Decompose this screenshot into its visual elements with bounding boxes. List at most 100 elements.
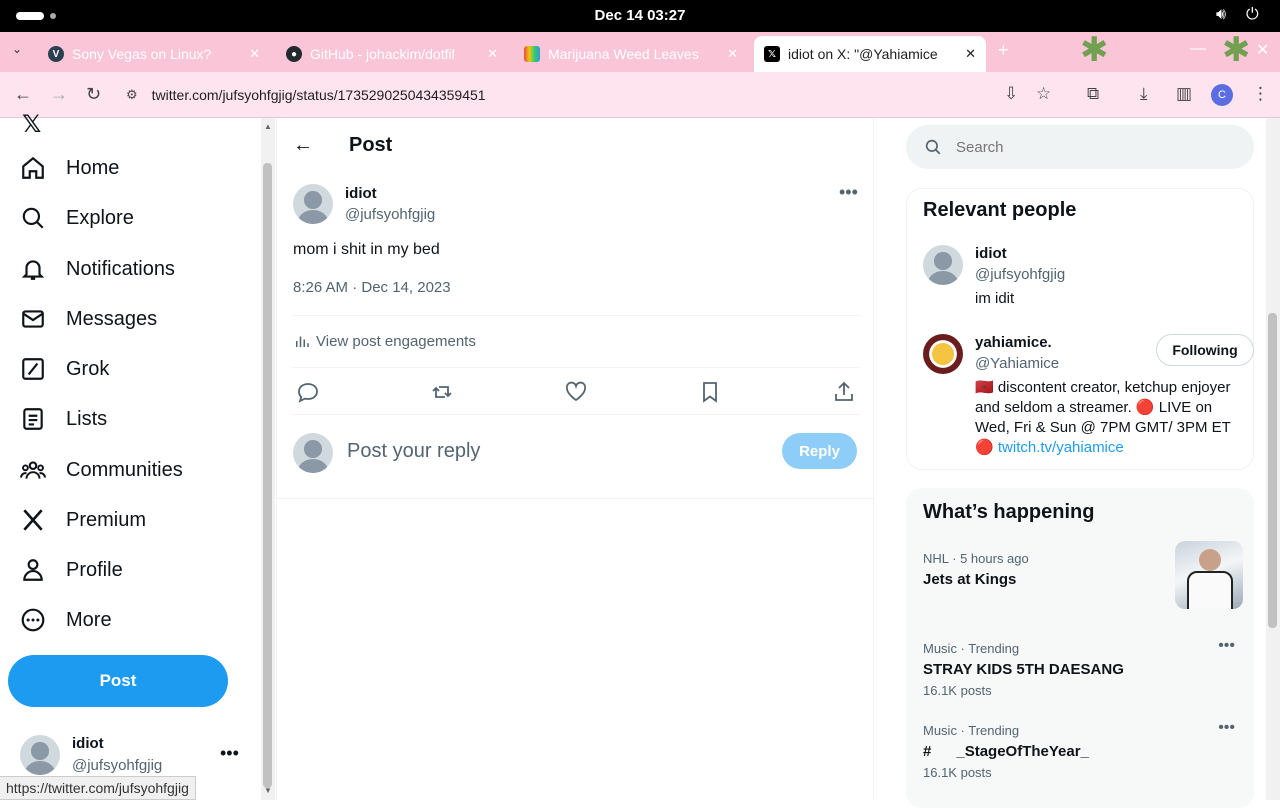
side-panel-icon[interactable]: ▥ [1176,84,1192,104]
power-icon[interactable]: ⏻ [1246,6,1259,24]
person-name[interactable]: idiot [975,245,1007,262]
avatar[interactable] [923,245,963,285]
close-tab-icon[interactable]: ✕ [727,46,738,62]
sidebar-item-label: More [66,608,112,631]
site-info-icon[interactable]: ⚙︎ [126,87,138,103]
more-dots-icon[interactable]: ••• [1218,719,1235,737]
tab-github[interactable]: ● GitHub - johackim/dotfil ✕ [276,36,508,72]
tab-title: Sony Vegas on Linux? [72,46,212,62]
bookmark-icon[interactable] [698,380,722,404]
compose-post-button[interactable]: Post [8,655,228,707]
sidebar-item-profile[interactable]: Profile [20,550,123,590]
sidebar-item-explore[interactable]: Explore [20,198,134,238]
avatar[interactable] [923,334,963,374]
person-handle[interactable]: @Yahiamice [975,355,1059,372]
heart-icon[interactable] [564,380,588,404]
search-icon [925,139,941,155]
close-tab-icon[interactable]: ✕ [965,46,976,62]
bell-icon [21,260,45,280]
sidebar-item-premium[interactable]: Premium [20,500,146,540]
new-tab-icon[interactable]: + [998,40,1009,61]
link-hover-status: https://twitter.com/jufsyohfgjig [0,776,196,800]
person-row[interactable]: yahiamice. @Yahiamice Following 🇲🇦 disco… [923,334,1254,464]
person-name[interactable]: yahiamice. [975,334,1052,351]
sidebar-item-lists[interactable]: Lists [20,399,107,439]
sidebar-item-communities[interactable]: Communities [20,450,183,490]
scrollbar-thumb[interactable] [1268,313,1277,628]
left-scrollbar[interactable]: ▲ ▼ [261,118,275,800]
search-input[interactable] [956,138,1236,156]
right-sidebar: Relevant people idiot @jufsyohfgjig im i… [874,118,1266,808]
close-tab-icon[interactable]: ✕ [249,46,260,62]
engagements-label: View post engagements [316,332,476,350]
tab-idiot-on-x[interactable]: 𝕏 idiot on X: "@Yahiamice ✕ [754,36,986,72]
post-header: ← Post [277,118,875,172]
sidebar-item-label: Home [66,156,120,179]
volume-icon[interactable]: 🔊︎ [1216,6,1226,24]
search-box[interactable] [906,125,1254,169]
following-button[interactable]: Following [1156,334,1254,366]
search-icon [22,207,44,229]
person-handle[interactable]: @jufsyohfgjig [975,266,1065,283]
reload-icon[interactable]: ↻ [86,84,101,105]
grok-icon [22,358,44,380]
trend-item[interactable]: Music · Trending STRAY KIDS 5TH DAESANG … [923,637,1243,698]
more-circle-icon [21,608,45,632]
tweet-timestamp[interactable]: 8:26 AM · Dec 14, 2023 [293,279,451,296]
person-row[interactable]: idiot @jufsyohfgjig im idit [923,245,1243,315]
tweet-author-handle[interactable]: @jufsyohfgjig [345,206,435,223]
install-app-icon[interactable]: ⇩ [1004,84,1018,104]
scroll-up-icon[interactable]: ▲ [264,122,272,131]
extensions-icon[interactable]: ⧉ [1087,84,1099,104]
right-scrollbar[interactable] [1266,118,1280,800]
sidebar-item-more[interactable]: More [20,600,112,640]
scrollbar-thumb[interactable] [263,163,272,788]
more-dots-icon[interactable]: ••• [1218,637,1235,655]
rainbow-favicon-icon [524,46,540,62]
minimize-window-icon[interactable]: — [1190,40,1206,58]
back-arrow-icon[interactable]: ← [14,84,32,105]
trend-item[interactable]: NHL · 5 hours ago Jets at Kings [923,541,1243,609]
repost-icon[interactable] [430,380,454,404]
downloads-icon[interactable]: ⤓ [1140,84,1148,104]
reply-button[interactable]: Reply [782,433,857,469]
share-icon[interactable] [832,380,856,404]
sidebar-item-home[interactable]: Home [20,148,119,188]
reply-input[interactable]: Post your reply [347,440,480,463]
page-title: Post [349,134,393,156]
forward-arrow-icon[interactable]: → [50,84,68,105]
bar-chart-icon [296,336,309,347]
trend-item[interactable]: Music · Trending # _StageOfTheYear_ 16.1… [923,719,1243,780]
trend-count: 16.1K posts [923,765,992,780]
section-title: What’s happening [923,501,1095,523]
system-clock[interactable]: Dec 14 03:27 [0,7,1280,24]
close-tab-icon[interactable]: ✕ [487,46,498,62]
twitch-link[interactable]: twitch.tv/yahiamice [998,439,1124,456]
more-dots-icon[interactable]: ••• [839,182,858,203]
scroll-down-icon[interactable]: ▼ [264,786,272,795]
tab-sony-vegas[interactable]: V Sony Vegas on Linux? ✕ [38,36,270,72]
back-arrow-icon[interactable]: ← [293,134,313,157]
browser-menu-icon[interactable]: ⋮ [1252,84,1269,104]
tweet-author-name[interactable]: idiot [345,185,377,202]
avatar [293,433,333,473]
tab-marijuana-leaves[interactable]: Marijuana Weed Leaves ✕ [514,36,748,72]
x-logo-icon[interactable]: 𝕏 [22,110,41,139]
sidebar-item-label: Notifications [66,257,175,280]
bookmark-star-icon[interactable]: ☆ [1036,84,1051,104]
hockey-player-thumbnail[interactable] [1175,541,1243,609]
tab-title: GitHub - johackim/dotfil [310,46,455,62]
avatar [20,735,60,775]
sidebar-item-grok[interactable]: Grok [20,349,109,389]
tab-search-chevron-icon[interactable]: ⌄ [12,42,22,56]
address-bar[interactable]: ⚙︎ twitter.com/jufsyohfgjig/status/17352… [116,78,986,112]
avatar[interactable] [293,184,333,224]
close-window-icon[interactable]: ✕ [1256,40,1269,60]
sidebar-item-notifications[interactable]: Notifications [20,249,175,289]
more-dots-icon[interactable]: ••• [220,743,239,764]
reply-icon[interactable] [296,380,320,404]
profile-avatar[interactable]: C [1211,84,1233,106]
sidebar-item-messages[interactable]: Messages [20,299,157,339]
system-top-bar: Dec 14 03:27 🔊︎ ⏻ [0,0,1280,32]
view-engagements-link[interactable]: View post engagements [293,332,476,350]
